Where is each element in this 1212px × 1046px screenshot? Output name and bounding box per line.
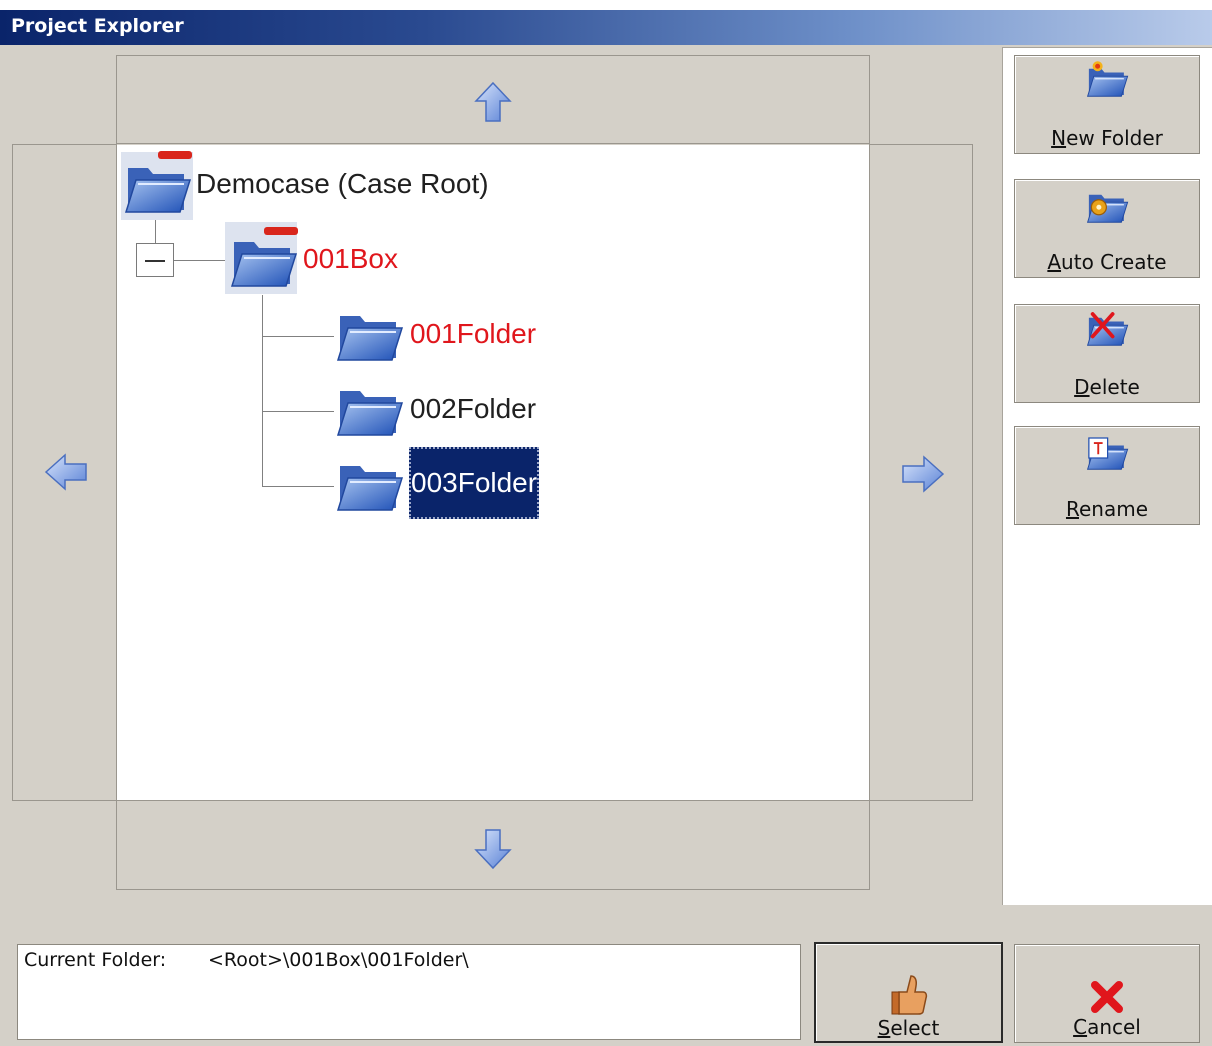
scroll-down-button[interactable]: [116, 800, 870, 890]
tree-node-label: 001Folder: [410, 318, 537, 349]
new-folder-button[interactable]: New Folder: [1014, 55, 1200, 154]
delete-button[interactable]: Delete: [1014, 304, 1200, 403]
folder-open-icon: [334, 452, 404, 516]
arrow-left-icon: [44, 453, 87, 491]
auto-create-label: uto Create: [1061, 250, 1167, 274]
collapse-toggle[interactable]: [136, 243, 174, 277]
current-folder-label: Current Folder:: [24, 949, 167, 971]
folder-open-icon: [228, 228, 298, 292]
cancel-label: ancel: [1087, 1015, 1141, 1039]
select-button[interactable]: Select: [814, 942, 1003, 1043]
select-label: elect: [890, 1016, 940, 1040]
rename-icon: [1085, 437, 1129, 473]
window-title: Project Explorer: [11, 15, 184, 37]
folder-open-icon: [334, 377, 404, 441]
new-folder-icon: [1085, 61, 1129, 100]
new-folder-label: ew Folder: [1066, 126, 1163, 150]
current-folder-box: Current Folder: <Root>\001Box\001Folder\: [17, 944, 801, 1040]
arrow-right-icon: [902, 455, 945, 493]
tree-connector: [174, 260, 226, 261]
thumbs-up-icon: [891, 975, 927, 1015]
arrow-down-icon: [474, 829, 512, 870]
arrow-up-icon: [474, 81, 512, 122]
scroll-up-button[interactable]: [116, 55, 870, 144]
tree-connector: [262, 336, 334, 337]
tree-connector: [262, 295, 263, 486]
auto-create-button[interactable]: Auto Create: [1014, 179, 1200, 278]
folder-open-icon: [122, 154, 192, 218]
rename-button[interactable]: Rename: [1014, 426, 1200, 525]
title-bar: Project Explorer: [0, 10, 1212, 45]
current-folder-path: <Root>\001Box\001Folder\: [208, 949, 469, 971]
cancel-x-icon: [1091, 981, 1123, 1013]
tree-node-label: Democase (Case Root): [196, 168, 489, 199]
folder-open-icon: [334, 302, 404, 366]
delete-folder-icon: [1085, 312, 1129, 349]
tree-connector: [262, 486, 334, 487]
scroll-right-button[interactable]: [869, 144, 973, 801]
tree-connector: [262, 411, 334, 412]
cancel-button[interactable]: Cancel: [1014, 944, 1200, 1043]
tree-connector: [155, 220, 156, 243]
mnemonic: A: [1047, 250, 1062, 274]
mnemonic: S: [877, 1016, 891, 1040]
rename-label: ename: [1078, 497, 1149, 521]
delete-label: elete: [1089, 375, 1140, 399]
mnemonic: R: [1065, 497, 1079, 521]
mnemonic: C: [1073, 1015, 1088, 1039]
scroll-left-button[interactable]: [12, 144, 117, 801]
minus-badge-icon: [264, 227, 298, 235]
tree-node-label: 002Folder: [410, 393, 537, 424]
window-top-edge: [0, 0, 1212, 10]
mnemonic: D: [1074, 375, 1090, 399]
auto-create-icon: [1085, 186, 1129, 226]
tree-node-label: 001Box: [303, 243, 398, 274]
tree-node-label-selected: 003Folder: [409, 447, 540, 519]
mnemonic: N: [1051, 126, 1067, 150]
minus-badge-icon: [158, 151, 192, 159]
